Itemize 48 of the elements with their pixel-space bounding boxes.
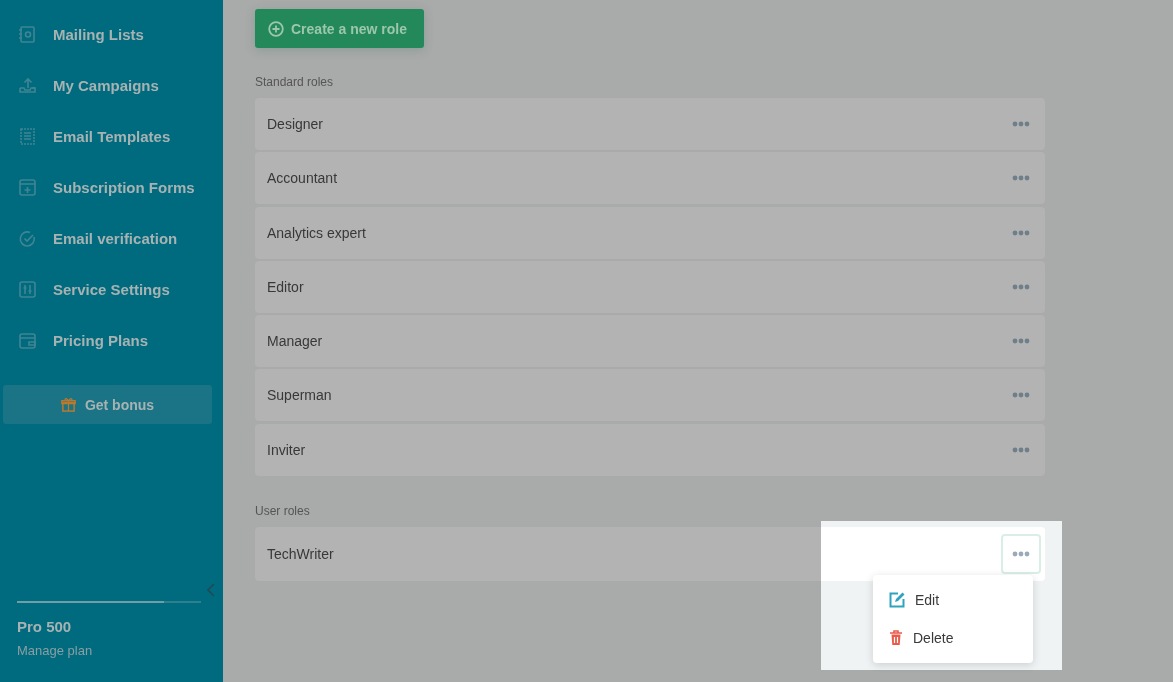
role-row[interactable]: Manager	[255, 315, 1045, 368]
menu-item[interactable]: Delete	[873, 618, 1033, 657]
sliders-icon	[18, 279, 37, 299]
role-row[interactable]: Inviter	[255, 423, 1045, 476]
wallet-icon	[18, 330, 37, 350]
section-heading: Standard roles	[255, 75, 335, 89]
plan-name: Pro 500	[17, 618, 73, 635]
sidebar-item[interactable]: Pricing Plans	[0, 329, 223, 351]
role-name: Manager	[267, 333, 323, 350]
sidebar-item[interactable]: Mailing Lists	[0, 23, 223, 45]
collapse-chevron-icon[interactable]	[207, 583, 215, 597]
more-dots-icon	[1012, 121, 1030, 127]
menu-item[interactable]: Edit	[873, 580, 1033, 619]
form-icon	[18, 177, 37, 197]
role-row[interactable]: Superman	[255, 369, 1045, 422]
sidebar-item[interactable]: Service Settings	[0, 278, 223, 300]
plus-circle-icon	[268, 20, 284, 37]
role-name: Accountant	[267, 170, 338, 187]
gift-icon	[60, 397, 76, 412]
contacts-book-icon	[18, 24, 37, 44]
sidebar-item[interactable]: Email Templates	[0, 125, 223, 147]
role-name: Editor	[267, 278, 304, 295]
more-dots-icon	[1012, 392, 1030, 399]
more-dots-icon	[1012, 446, 1030, 453]
document-icon	[18, 126, 37, 146]
section-heading: User roles	[255, 503, 311, 518]
more-dots-icon	[1012, 175, 1030, 182]
sidebar-item[interactable]: Subscription Forms	[0, 176, 223, 198]
role-name: TechWriter	[267, 545, 334, 562]
role-row[interactable]: Designer	[255, 98, 1045, 150]
more-dots-icon	[1012, 550, 1030, 557]
role-name: Inviter	[267, 441, 306, 458]
trash-icon	[889, 629, 903, 646]
role-row[interactable]: Editor	[255, 260, 1045, 313]
role-row[interactable]: Accountant	[255, 152, 1045, 205]
sidebar-item[interactable]: My Campaigns	[0, 74, 223, 96]
edit-icon	[889, 591, 905, 608]
more-dots-icon	[1012, 229, 1030, 236]
role-name: Analytics expert	[267, 224, 366, 241]
sidebar-item[interactable]: Email verification	[0, 227, 223, 249]
role-name: Designer	[267, 116, 324, 132]
upload-tray-icon	[18, 75, 37, 95]
role-row[interactable]: Analytics expert	[255, 206, 1045, 259]
more-options-button[interactable]	[1001, 533, 1041, 574]
more-dots-icon	[1012, 283, 1030, 290]
more-dots-icon	[1012, 338, 1030, 345]
role-name: Superman	[267, 387, 332, 404]
check-circle-icon	[18, 228, 37, 248]
